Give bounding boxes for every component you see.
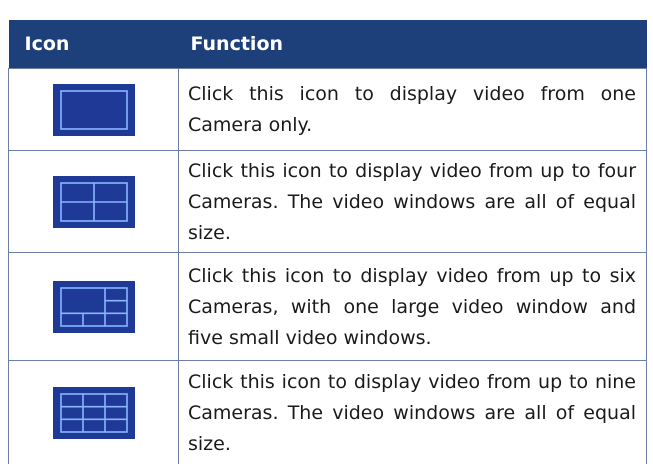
table-row: Click this icon to display video from on… (8, 68, 647, 151)
function-description: Click this icon to display video from on… (178, 68, 647, 151)
six-view-layout-icon[interactable] (52, 280, 135, 333)
page: Icon Function Click this icon to display… (0, 0, 653, 464)
function-description: Click this icon to display video from up… (178, 252, 647, 361)
function-description: Click this icon to display video from up… (178, 360, 647, 464)
icon-cell (8, 68, 179, 151)
function-description: Click this icon to display video from up… (178, 150, 647, 253)
function-column-header: Function (178, 20, 647, 69)
single-view-layout-icon[interactable] (52, 83, 135, 136)
icon-cell (8, 150, 179, 253)
icon-cell (8, 252, 179, 361)
table-row: Click this icon to display video from up… (8, 360, 647, 464)
icon-cell (8, 360, 179, 464)
icon-function-table: Icon Function Click this icon to display… (8, 20, 647, 464)
quad-view-layout-icon[interactable] (52, 175, 135, 228)
table-header-row: Icon Function (8, 20, 647, 69)
table-row: Click this icon to display video from up… (8, 150, 647, 253)
nine-view-layout-icon[interactable] (52, 386, 135, 439)
icon-column-header: Icon (8, 20, 179, 69)
table-row: Click this icon to display video from up… (8, 252, 647, 361)
